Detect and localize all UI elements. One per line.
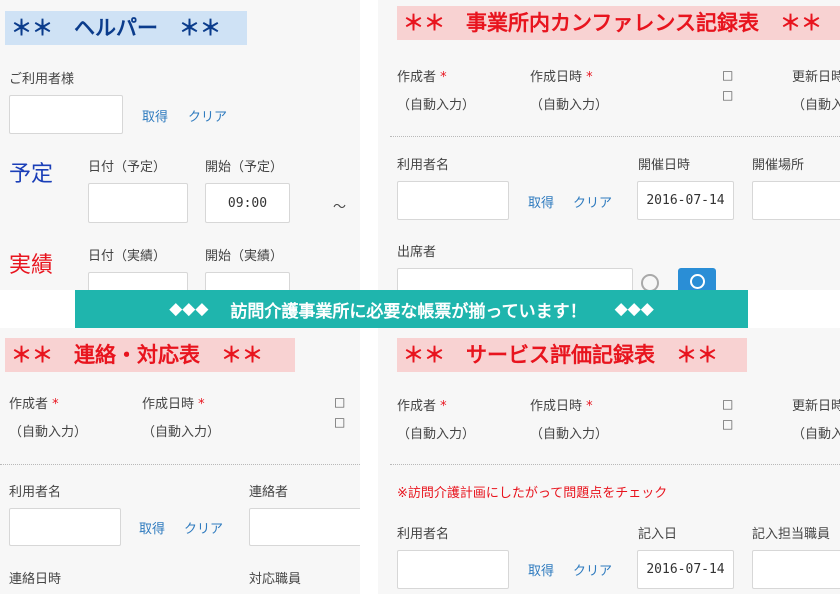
created-value: （自動入力） <box>530 427 609 442</box>
attendees-input[interactable] <box>397 268 633 290</box>
entry-date-input[interactable]: 2016-07-14 <box>637 550 734 589</box>
place-input[interactable] <box>752 181 840 220</box>
creator-value: （自動入力） <box>9 425 88 440</box>
updated-label: 更新日時 <box>792 70 840 85</box>
user-input[interactable] <box>9 95 123 134</box>
creator-value: （自動入力） <box>397 427 476 442</box>
actual-date-input[interactable] <box>88 272 188 290</box>
updated-value: （自動入力） <box>792 98 840 113</box>
user-name-input[interactable] <box>9 508 121 546</box>
conference-panel: ＊＊ 事業所内カンファレンス記録表 ＊＊ 作成者 * 作成日時 * □ □ 更新… <box>378 0 840 290</box>
helper-panel: ＊＊ ヘルパー ＊＊ ご利用者様 取得 クリア 予定 日付（予定） 開始（予定）… <box>0 0 360 290</box>
tilde: ～ <box>333 200 347 215</box>
get-link[interactable]: 取得 <box>528 560 554 579</box>
updated-value: （自動入力） <box>792 427 840 442</box>
created-label: 作成日時 * <box>530 70 593 85</box>
promo-banner: ◆◆◆ 訪問介護事業所に必要な帳票が揃っています！ ◆◆◆ <box>75 290 748 328</box>
place-label: 開催場所 <box>752 158 805 173</box>
diamonds-right: ◆◆◆ <box>614 299 654 319</box>
divider <box>390 464 840 465</box>
plan-date-input[interactable] <box>88 183 188 223</box>
user-name-label: 利用者名 <box>397 527 450 542</box>
search-icon <box>690 274 705 289</box>
entry-staff-label: 記入担当職員 <box>752 527 831 542</box>
banner-text: 訪問介護事業所に必要な帳票が揃っています！ <box>230 301 587 322</box>
checkbox-2[interactable]: □ <box>722 88 733 102</box>
contact-person-label: 連絡者 <box>249 485 289 500</box>
user-name-input[interactable] <box>397 181 509 220</box>
contact-panel: ＊＊ 連絡・対応表 ＊＊ 作成者 * 作成日時 * □ □ （自動入力） （自動… <box>0 328 360 594</box>
creator-label: 作成者 * <box>397 70 447 85</box>
checkbox-1[interactable]: □ <box>334 395 345 409</box>
created-value: （自動入力） <box>530 98 609 113</box>
clear-link[interactable]: クリア <box>188 106 227 125</box>
actual-date-label: 日付（実績） <box>88 249 167 264</box>
checkbox-2[interactable]: □ <box>334 415 345 429</box>
attendees-label: 出席者 <box>397 245 437 260</box>
creator-value: （自動入力） <box>397 98 476 113</box>
contact-title: ＊＊ 連絡・対応表 ＊＊ <box>5 338 295 372</box>
creator-label: 作成者 * <box>397 399 447 414</box>
creator-label: 作成者 * <box>9 397 59 412</box>
search-button[interactable] <box>678 268 716 290</box>
actual-start-input[interactable] <box>205 272 290 290</box>
contact-date-label: 連絡日時 <box>9 572 62 587</box>
clear-link[interactable]: クリア <box>573 192 612 211</box>
checkbox-1[interactable]: □ <box>722 68 733 82</box>
user-name-label: 利用者名 <box>397 158 450 173</box>
created-label: 作成日時 * <box>530 399 593 414</box>
plan-label: 予定 <box>9 162 54 187</box>
updated-label: 更新日時 <box>792 399 840 414</box>
created-value: （自動入力） <box>142 425 221 440</box>
clear-link[interactable]: クリア <box>573 560 612 579</box>
contact-person-input[interactable] <box>249 508 360 546</box>
service-eval-panel: ＊＊ サービス評価記録表 ＊＊ 作成者 * 作成日時 * □ □ 更新日時 （自… <box>378 328 840 594</box>
diamonds-left: ◆◆◆ <box>169 299 209 319</box>
conference-title: ＊＊ 事業所内カンファレンス記録表 ＊＊ <box>397 6 840 40</box>
clear-link[interactable]: クリア <box>184 518 223 537</box>
get-link[interactable]: 取得 <box>142 106 168 125</box>
actual-start-label: 開始（実績） <box>205 249 284 264</box>
plan-date-label: 日付（予定） <box>88 160 167 175</box>
staff-label: 対応職員 <box>249 572 302 587</box>
user-name-label: 利用者名 <box>9 485 62 500</box>
service-eval-title: ＊＊ サービス評価記録表 ＊＊ <box>397 338 747 372</box>
check-note: ※訪問介護計画にしたがって問題点をチェック <box>397 486 668 501</box>
plan-start-label: 開始（予定） <box>205 160 284 175</box>
created-label: 作成日時 * <box>142 397 205 412</box>
user-name-input[interactable] <box>397 550 509 589</box>
actual-label: 実績 <box>9 253 54 278</box>
user-label: ご利用者様 <box>9 72 75 87</box>
held-date-label: 開催日時 <box>638 158 691 173</box>
checkbox-1[interactable]: □ <box>722 397 733 411</box>
entry-staff-input[interactable] <box>752 550 840 589</box>
divider <box>390 136 840 137</box>
search-icon[interactable] <box>641 274 659 290</box>
checkbox-2[interactable]: □ <box>722 417 733 431</box>
get-link[interactable]: 取得 <box>528 192 554 211</box>
entry-date-label: 記入日 <box>638 527 678 542</box>
divider <box>0 464 360 465</box>
plan-start-input[interactable]: 09:00 <box>205 183 290 223</box>
helper-title: ＊＊ ヘルパー ＊＊ <box>5 11 247 45</box>
held-date-input[interactable]: 2016-07-14 <box>637 181 734 220</box>
get-link[interactable]: 取得 <box>139 518 165 537</box>
